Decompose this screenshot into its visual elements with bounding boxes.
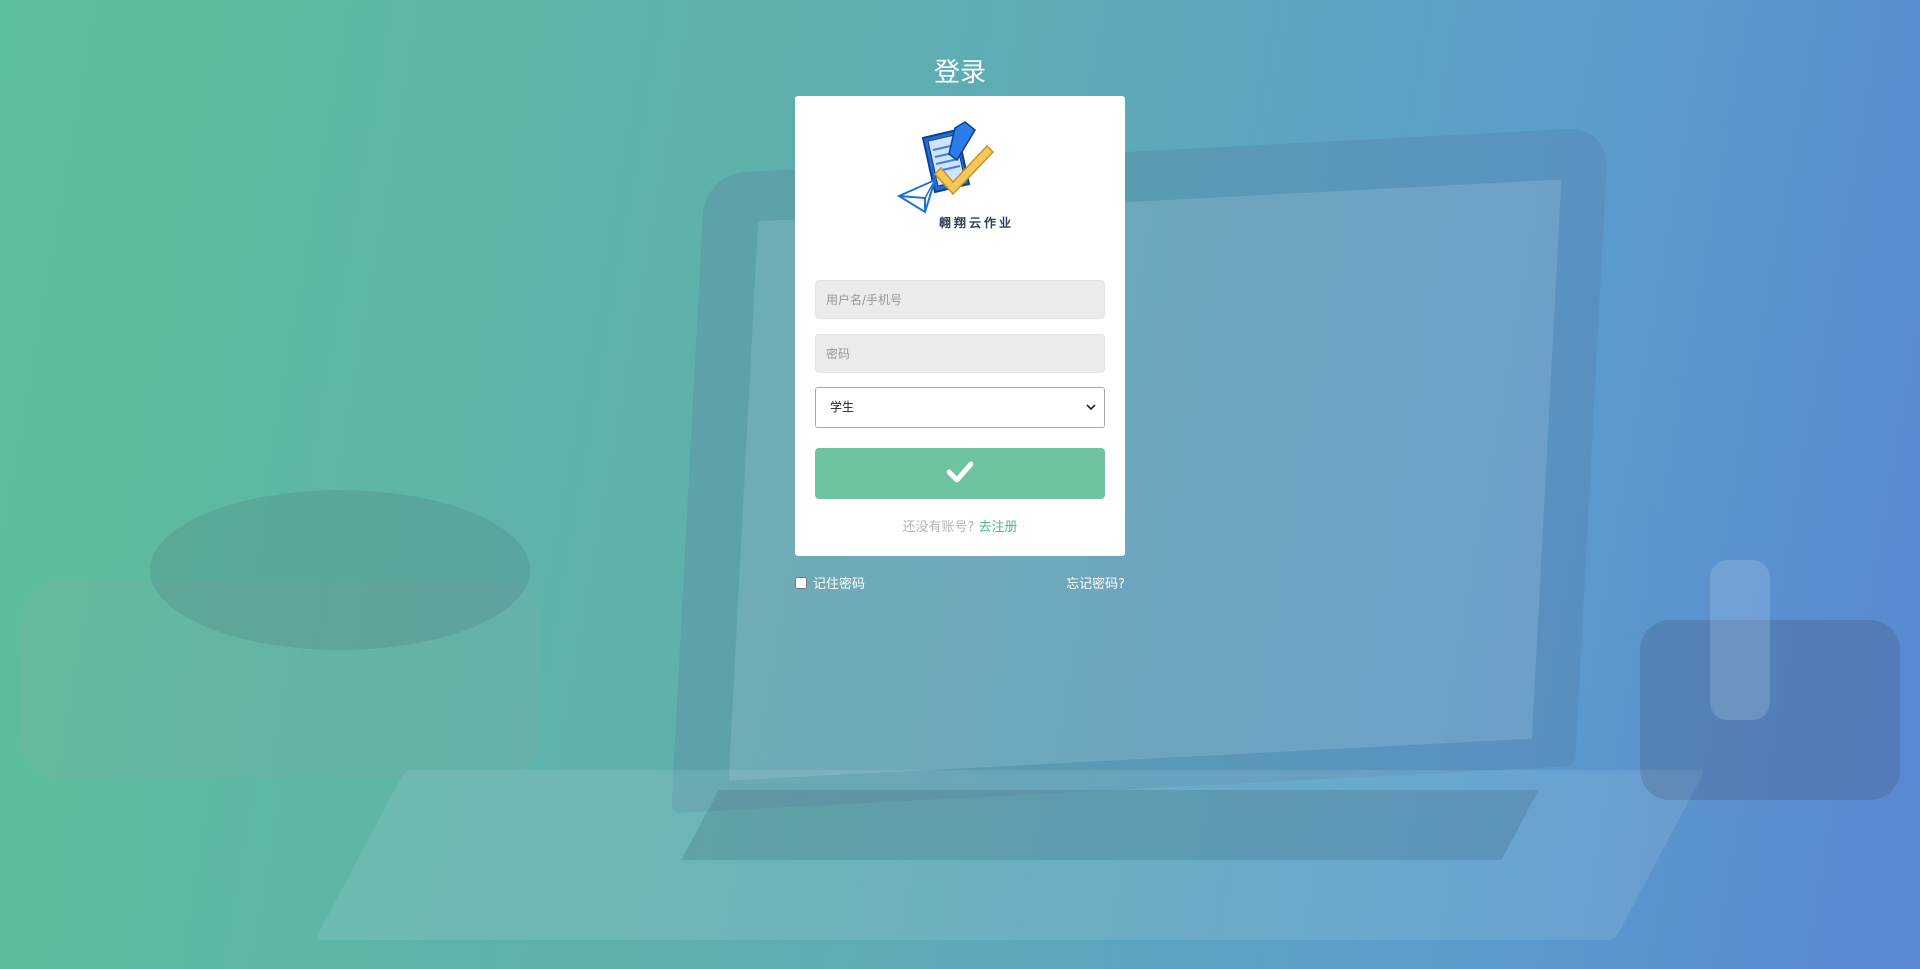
role-select[interactable]: 学生 xyxy=(815,387,1105,428)
remember-password-label: 记住密码 xyxy=(813,577,866,592)
remember-password-checkbox[interactable] xyxy=(795,576,807,589)
background-device-shape xyxy=(1640,620,1900,800)
remember-password[interactable]: 记住密码 xyxy=(795,573,865,592)
logo-text: 翱翔云作业 xyxy=(939,216,1015,230)
check-icon xyxy=(946,461,974,483)
register-link[interactable]: 去注册 xyxy=(979,520,1018,535)
login-container: 登录 翱翔云作业 用户名/手机号 学生 还没有账号? 去注册 记住密码 忘记密码… xyxy=(795,55,1125,593)
login-card: 翱翔云作业 学生 还没有账号? 去注册 xyxy=(795,96,1125,556)
forgot-password-link[interactable]: 忘记密码? xyxy=(1066,573,1125,592)
page-title: 登录 xyxy=(933,58,986,88)
register-prompt-text: 还没有账号? xyxy=(902,520,975,535)
background-bottle-shape xyxy=(1710,560,1770,720)
login-options: 记住密码 忘记密码? xyxy=(795,573,1125,593)
role-select-value: 学生 xyxy=(830,400,855,414)
login-submit-button[interactable] xyxy=(815,448,1105,499)
username-input[interactable] xyxy=(815,280,1105,319)
register-prompt: 还没有账号? 去注册 xyxy=(795,516,1125,535)
app-logo: 翱翔云作业 xyxy=(895,120,1025,238)
background-headphones-shape xyxy=(150,490,530,650)
password-input[interactable] xyxy=(815,334,1105,373)
background-keyboard xyxy=(681,790,1539,860)
chevron-down-icon xyxy=(1084,388,1098,427)
